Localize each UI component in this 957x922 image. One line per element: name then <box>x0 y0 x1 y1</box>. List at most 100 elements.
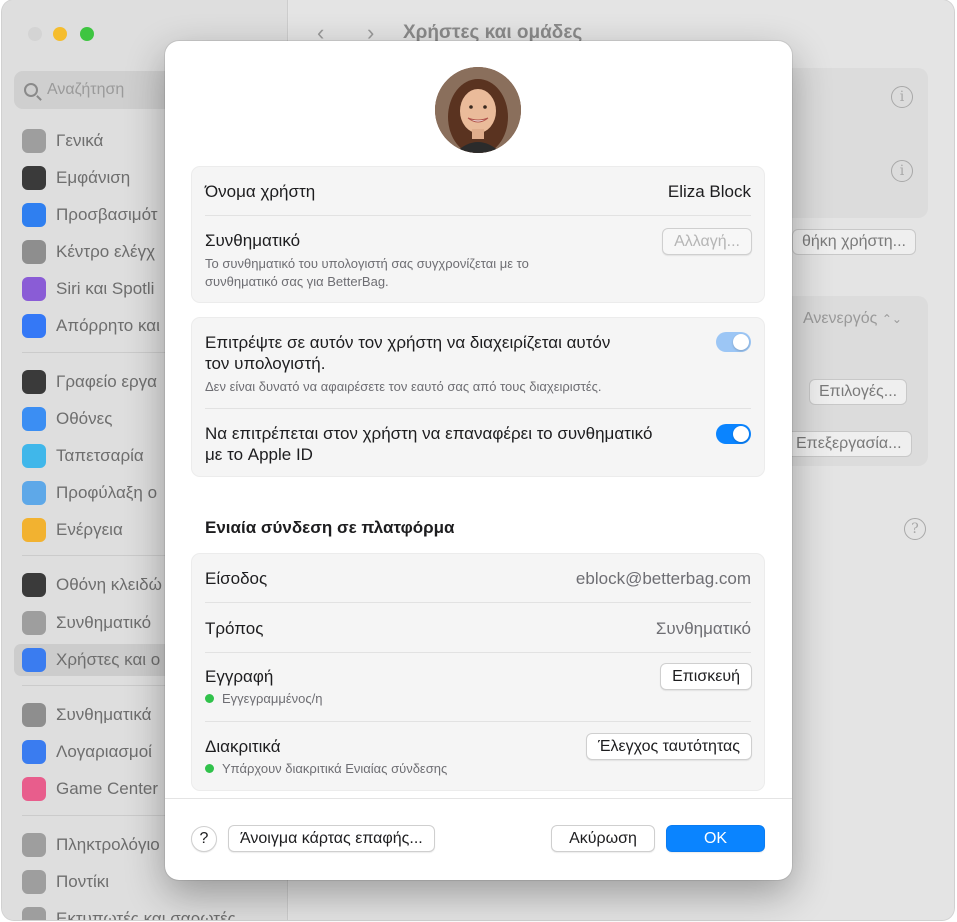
user-photo <box>435 67 521 153</box>
sidebar-item-label: Ταπετσαρία <box>56 446 144 465</box>
sso-group: Είσοδος eblock@betterbag.com Τρόπος Συνθ… <box>191 553 765 791</box>
sidebar-item-label: Συνθηματικό <box>56 613 152 632</box>
footer-divider <box>165 798 792 799</box>
appearance-icon <box>22 166 46 190</box>
desktop-icon <box>22 370 46 394</box>
divider <box>205 602 751 603</box>
sidebar-item-label: Game Center <box>56 779 159 798</box>
edit-button[interactable]: Επεξεργασία... <box>786 431 912 457</box>
auto-login-value-text: Ανενεργός <box>803 310 878 327</box>
status-dot-green <box>205 764 214 773</box>
sso-section-title: Ενιαία σύνδεση σε πλατφόρμα <box>205 518 455 537</box>
divider <box>205 652 751 653</box>
admin-label-line-2: τον υπολογιστή. <box>205 354 326 373</box>
options-button[interactable]: Επιλογές... <box>809 379 908 405</box>
registration-label: Εγγραφή <box>205 667 274 686</box>
keyboard-icon <box>22 833 46 857</box>
ok-button[interactable]: OK <box>666 825 765 852</box>
repair-button[interactable]: Επισκευή <box>660 663 752 690</box>
at-icon <box>22 740 46 764</box>
sidebar-item-label: Οθόνες <box>56 409 113 428</box>
mouse-icon <box>22 870 46 894</box>
divider <box>205 408 751 409</box>
screensaver-icon <box>22 481 46 505</box>
sidebar-item-label: Λογαριασμοί <box>56 742 152 761</box>
info-icon[interactable]: i <box>891 86 913 108</box>
hand-icon <box>22 314 46 338</box>
sidebar-item-label: Χρήστες και ο <box>56 650 161 669</box>
sidebar-item-label: Siri και Spotli <box>56 279 155 298</box>
password-description-line-2: συνθηματικό σας για BetterBag. <box>205 274 389 289</box>
users-icon <box>22 648 46 672</box>
help-button[interactable]: ? <box>191 826 217 852</box>
password-label: Συνθηματικό <box>205 231 301 250</box>
method-label: Τρόπος <box>205 619 264 638</box>
open-contact-card-button[interactable]: Άνοιγμα κάρτας επαφής... <box>228 825 435 852</box>
toggle-knob <box>733 334 749 350</box>
sidebar-item-label: Ενέργεια <box>56 520 123 539</box>
control-center-icon <box>22 240 46 264</box>
tokens-status-text: Υπάρχουν διακριτικά Ενιαίας σύνδεσης <box>222 761 448 776</box>
divider <box>205 721 751 722</box>
gear-icon <box>22 129 46 153</box>
chevron-updown-icon: ⌃⌄ <box>881 312 902 326</box>
divider <box>205 215 751 216</box>
login-value: eblock@betterbag.com <box>575 569 751 588</box>
sidebar-item[interactable]: Εκτυπωτές και σαρωτές <box>14 903 276 920</box>
help-icon[interactable]: ? <box>904 518 926 540</box>
tokens-label: Διακριτικά <box>205 737 281 756</box>
lock-screen-icon <box>22 573 46 597</box>
sidebar-item-label: Προσβασιμότ <box>56 205 158 224</box>
password-lock-icon <box>22 611 46 635</box>
sidebar-item-label: Κέντρο ελέγχ <box>56 242 156 261</box>
registration-status: Εγγεγραμμένος/η <box>205 690 323 708</box>
sidebar-item-label: Προφύλαξη ο <box>56 483 158 502</box>
game-center-icon <box>22 777 46 801</box>
reset-password-label-line-2: με το Apple ID <box>205 445 313 464</box>
displays-icon <box>22 407 46 431</box>
registration-status-text: Εγγεγραμμένος/η <box>222 691 323 706</box>
siri-icon <box>22 277 46 301</box>
sidebar-item-label: Γενικά <box>56 131 104 150</box>
password-description-line-1: Το συνθηματικό του υπολογιστή σας συγχρο… <box>205 256 529 271</box>
energy-icon <box>22 518 46 542</box>
username-value: Eliza Block <box>667 182 751 201</box>
admin-description: Δεν είναι δυνατό να αφαιρέσετε τον εαυτό… <box>205 379 602 394</box>
user-avatar[interactable] <box>435 67 521 153</box>
zoom-window-button[interactable] <box>80 27 94 41</box>
admin-label-line-1: Επιτρέψτε σε αυτόν τον χρήστη να διαχειρ… <box>205 333 611 352</box>
add-user-button[interactable]: θήκη χρήστη... <box>792 229 916 255</box>
toggle-knob <box>733 426 749 442</box>
admin-toggle[interactable] <box>716 332 751 352</box>
auto-login-value[interactable]: Ανενεργός ⌃⌄ <box>803 310 902 328</box>
search-icon <box>24 83 38 97</box>
sidebar-item-label: Εμφάνιση <box>56 168 131 187</box>
reset-password-toggle[interactable] <box>716 424 751 444</box>
check-identity-button[interactable]: Έλεγχος ταυτότητας <box>585 733 752 760</box>
key-icon <box>22 703 46 727</box>
cancel-button[interactable]: Ακύρωση <box>551 825 655 852</box>
username-label: Όνομα χρήστη <box>205 182 316 201</box>
sidebar-item-label: Γραφείο εργα <box>56 372 157 391</box>
change-password-button[interactable]: Αλλαγή... <box>662 228 752 255</box>
login-label: Είσοδος <box>205 569 268 588</box>
search-placeholder: Αναζήτηση <box>47 81 125 98</box>
sidebar-item-label: Οθόνη κλειδώ <box>56 575 162 594</box>
accessibility-icon <box>22 203 46 227</box>
minimize-window-button[interactable] <box>53 27 67 41</box>
tokens-status: Υπάρχουν διακριτικά Ενιαίας σύνδεσης <box>205 760 447 778</box>
sidebar-item-label: Απόρρητο και <box>56 316 160 335</box>
account-group: Όνομα χρήστη Eliza Block Συνθηματικό Αλλ… <box>191 166 765 303</box>
close-window-button[interactable] <box>28 27 42 41</box>
permissions-group: Επιτρέψτε σε αυτόν τον χρήστη να διαχειρ… <box>191 317 765 477</box>
sidebar-item-label: Εκτυπωτές και σαρωτές <box>56 909 236 920</box>
status-dot-green <box>205 694 214 703</box>
printer-icon <box>22 907 46 920</box>
sidebar-item-label: Πληκτρολόγιο <box>56 835 160 854</box>
reset-password-label-line-1: Να επιτρέπεται στον χρήστη να επαναφέρει… <box>205 424 653 443</box>
info-icon[interactable]: i <box>891 160 913 182</box>
wallpaper-icon <box>22 444 46 468</box>
user-details-sheet: Όνομα χρήστη Eliza Block Συνθηματικό Αλλ… <box>165 41 792 880</box>
sidebar-item-label: Συνθηματικά <box>56 705 152 724</box>
method-value: Συνθηματικό <box>655 619 751 638</box>
